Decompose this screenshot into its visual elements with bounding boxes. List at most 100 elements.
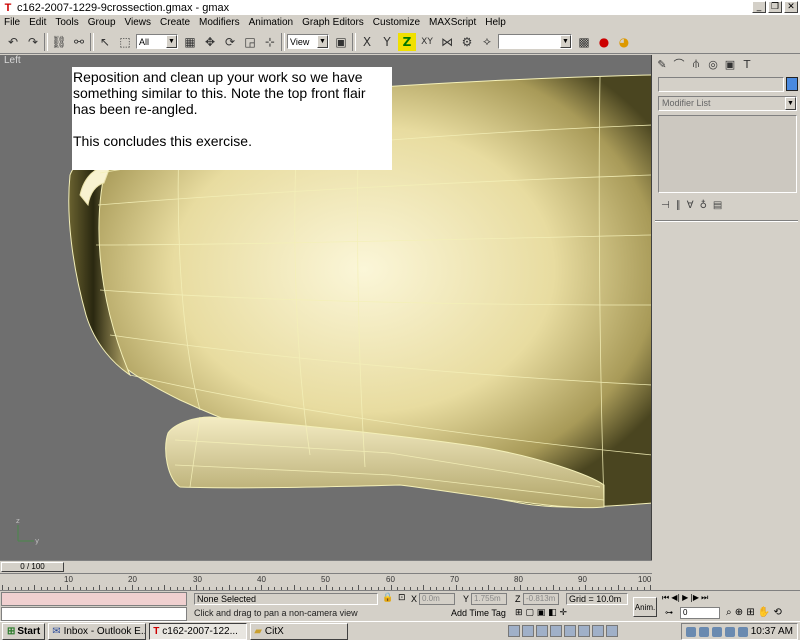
motion-tab-icon[interactable]: ◎ (706, 57, 720, 71)
show-end-result-icon[interactable]: ∥ (676, 200, 681, 211)
timeline-ruler[interactable]: 10 20 30 40 50 60 70 80 90 100 (0, 573, 652, 590)
modifier-stack[interactable] (658, 115, 797, 193)
viewport-label[interactable]: Left (4, 55, 21, 66)
reference-coord-dropdown[interactable]: View ▼ (287, 34, 329, 49)
taskbar-item-gmax[interactable]: T c162-2007-122... (149, 622, 248, 640)
menu-file[interactable]: File (4, 17, 20, 28)
time-slider-thumb[interactable]: 0 / 100 (1, 562, 64, 572)
tray-icon[interactable] (711, 626, 722, 637)
display-tab-icon[interactable]: ▣ (723, 57, 737, 71)
quick-launch-icon[interactable] (606, 625, 619, 637)
mirror-icon[interactable]: ⋈ (438, 33, 456, 51)
render-scene-icon[interactable]: ● (595, 33, 613, 51)
selection-filter-dropdown[interactable]: All ▼ (136, 34, 178, 49)
clock[interactable]: 10:37 AM (751, 626, 793, 637)
modify-tab-icon[interactable]: ⌒ (672, 57, 686, 71)
current-frame-field[interactable]: 0 (680, 607, 720, 619)
go-to-start-icon[interactable]: ⏮ (662, 593, 669, 603)
scale-icon[interactable]: ◲ (241, 33, 259, 51)
select-by-name-icon[interactable]: ▦ (181, 33, 199, 51)
rotate-icon[interactable]: ⟳ (221, 33, 239, 51)
tray-icon[interactable] (737, 626, 748, 637)
key-step-icon[interactable]: ⊶ (665, 608, 673, 617)
taskbar-item-outlook[interactable]: ✉ Inbox - Outlook E... (48, 622, 147, 640)
menu-views[interactable]: Views (125, 17, 152, 28)
axis-xy-icon[interactable]: XY (418, 33, 436, 51)
move-icon[interactable]: ✥ (201, 33, 219, 51)
quick-launch-icon[interactable] (564, 625, 577, 637)
pivot-point-icon[interactable]: ▣ (332, 33, 350, 51)
absolute-mode-icon[interactable]: ⊡ (398, 593, 406, 603)
close-button[interactable]: ✕ (784, 1, 798, 13)
hierarchy-tab-icon[interactable]: ⫛ (689, 57, 703, 71)
menu-group[interactable]: Group (88, 17, 116, 28)
menu-customize[interactable]: Customize (373, 17, 420, 28)
material-editor-icon[interactable]: ▩ (575, 33, 593, 51)
quick-launch-icon[interactable] (550, 625, 563, 637)
menu-animation[interactable]: Animation (249, 17, 293, 28)
maxscript-listener-output[interactable] (1, 592, 187, 606)
gmax-app-icon[interactable]: T (2, 2, 14, 14)
named-selection-dropdown[interactable]: ▼ (498, 34, 572, 49)
menu-graph-editors[interactable]: Graph Editors (302, 17, 364, 28)
quick-render-icon[interactable]: ◕ (615, 33, 633, 51)
menu-create[interactable]: Create (160, 17, 190, 28)
left-viewport[interactable]: Left Reposition and clean up your work s… (0, 55, 652, 560)
z-value-field[interactable]: -0.813m (523, 593, 559, 605)
utilities-tab-icon[interactable]: T (740, 57, 754, 71)
menu-help[interactable]: Help (485, 17, 506, 28)
play-icon[interactable]: ▶ (682, 593, 688, 603)
viewport-nav-icons[interactable]: ⌕ ⊕ ⊞ ✋ ⟲ (726, 607, 782, 618)
undo-icon[interactable]: ↶ (4, 33, 22, 51)
y-value-field[interactable]: 1.755m (471, 593, 507, 605)
region-select-icon[interactable]: ⬚ (116, 33, 134, 51)
axis-z-icon[interactable]: Z (398, 32, 416, 51)
make-unique-icon[interactable]: ∀ (687, 200, 694, 211)
axis-y-icon[interactable]: Y (378, 33, 396, 51)
animate-button[interactable]: Anim. (633, 597, 657, 617)
next-frame-icon[interactable]: |▶ (690, 593, 699, 603)
tray-icon[interactable] (724, 626, 735, 637)
modifier-list-dropdown[interactable]: Modifier List ▼ (658, 96, 797, 111)
maxscript-listener-input[interactable] (1, 607, 187, 621)
align-icon[interactable]: ⟡ (478, 33, 496, 51)
configure-modifier-sets-icon[interactable]: ▤ (713, 200, 722, 211)
object-color-swatch[interactable] (786, 77, 798, 91)
create-tab-icon[interactable]: ✎ (655, 57, 669, 71)
menu-modifiers[interactable]: Modifiers (199, 17, 240, 28)
remove-modifier-icon[interactable]: ♁ (700, 200, 707, 211)
key-mode-icon[interactable]: ⊞ ▢ ▣ ◧ ✛ (515, 608, 567, 618)
tray-icon[interactable] (685, 626, 696, 637)
modifier-list-label: Modifier List (662, 98, 711, 108)
chevron-down-icon: ▼ (560, 35, 571, 48)
menu-edit[interactable]: Edit (29, 17, 46, 28)
tray-icon[interactable] (698, 626, 709, 637)
menu-maxscript[interactable]: MAXScript (429, 17, 476, 28)
quick-launch-icon[interactable] (522, 625, 535, 637)
minimize-button[interactable]: _ (752, 1, 766, 13)
quick-launch-icon[interactable] (578, 625, 591, 637)
previous-frame-icon[interactable]: ◀| (671, 593, 680, 603)
quick-launch-icon[interactable] (536, 625, 549, 637)
snap-icon[interactable]: ⚙ (458, 33, 476, 51)
restore-button[interactable]: ❐ (768, 1, 782, 13)
select-and-link-icon[interactable]: ⛓ (50, 33, 68, 51)
object-name-field[interactable] (658, 77, 784, 92)
menu-tools[interactable]: Tools (55, 17, 78, 28)
quick-launch-icon[interactable] (592, 625, 605, 637)
lock-selection-icon[interactable]: 🔒 (382, 593, 393, 603)
redo-icon[interactable]: ↷ (24, 33, 42, 51)
x-value-field[interactable]: 0.0m (419, 593, 455, 605)
axis-x-icon[interactable]: X (358, 33, 376, 51)
time-slider[interactable]: 0 / 100 (0, 560, 652, 572)
go-to-end-icon[interactable]: ⏭ (701, 593, 708, 603)
taskbar-item-citx[interactable]: ▰ CitX (250, 622, 349, 640)
pin-stack-icon[interactable]: ⊣ (661, 200, 670, 211)
select-object-icon[interactable]: ↖ (96, 33, 114, 51)
start-button[interactable]: ⊞ Start (2, 622, 46, 640)
quick-launch-icon[interactable] (508, 625, 521, 637)
unlink-icon[interactable]: ⚯ (70, 33, 88, 51)
add-time-tag-button[interactable]: Add Time Tag (451, 608, 506, 618)
pivot-center-icon[interactable]: ⊹ (261, 33, 279, 51)
prompt-line: Click and drag to pan a non-camera view (194, 608, 358, 618)
